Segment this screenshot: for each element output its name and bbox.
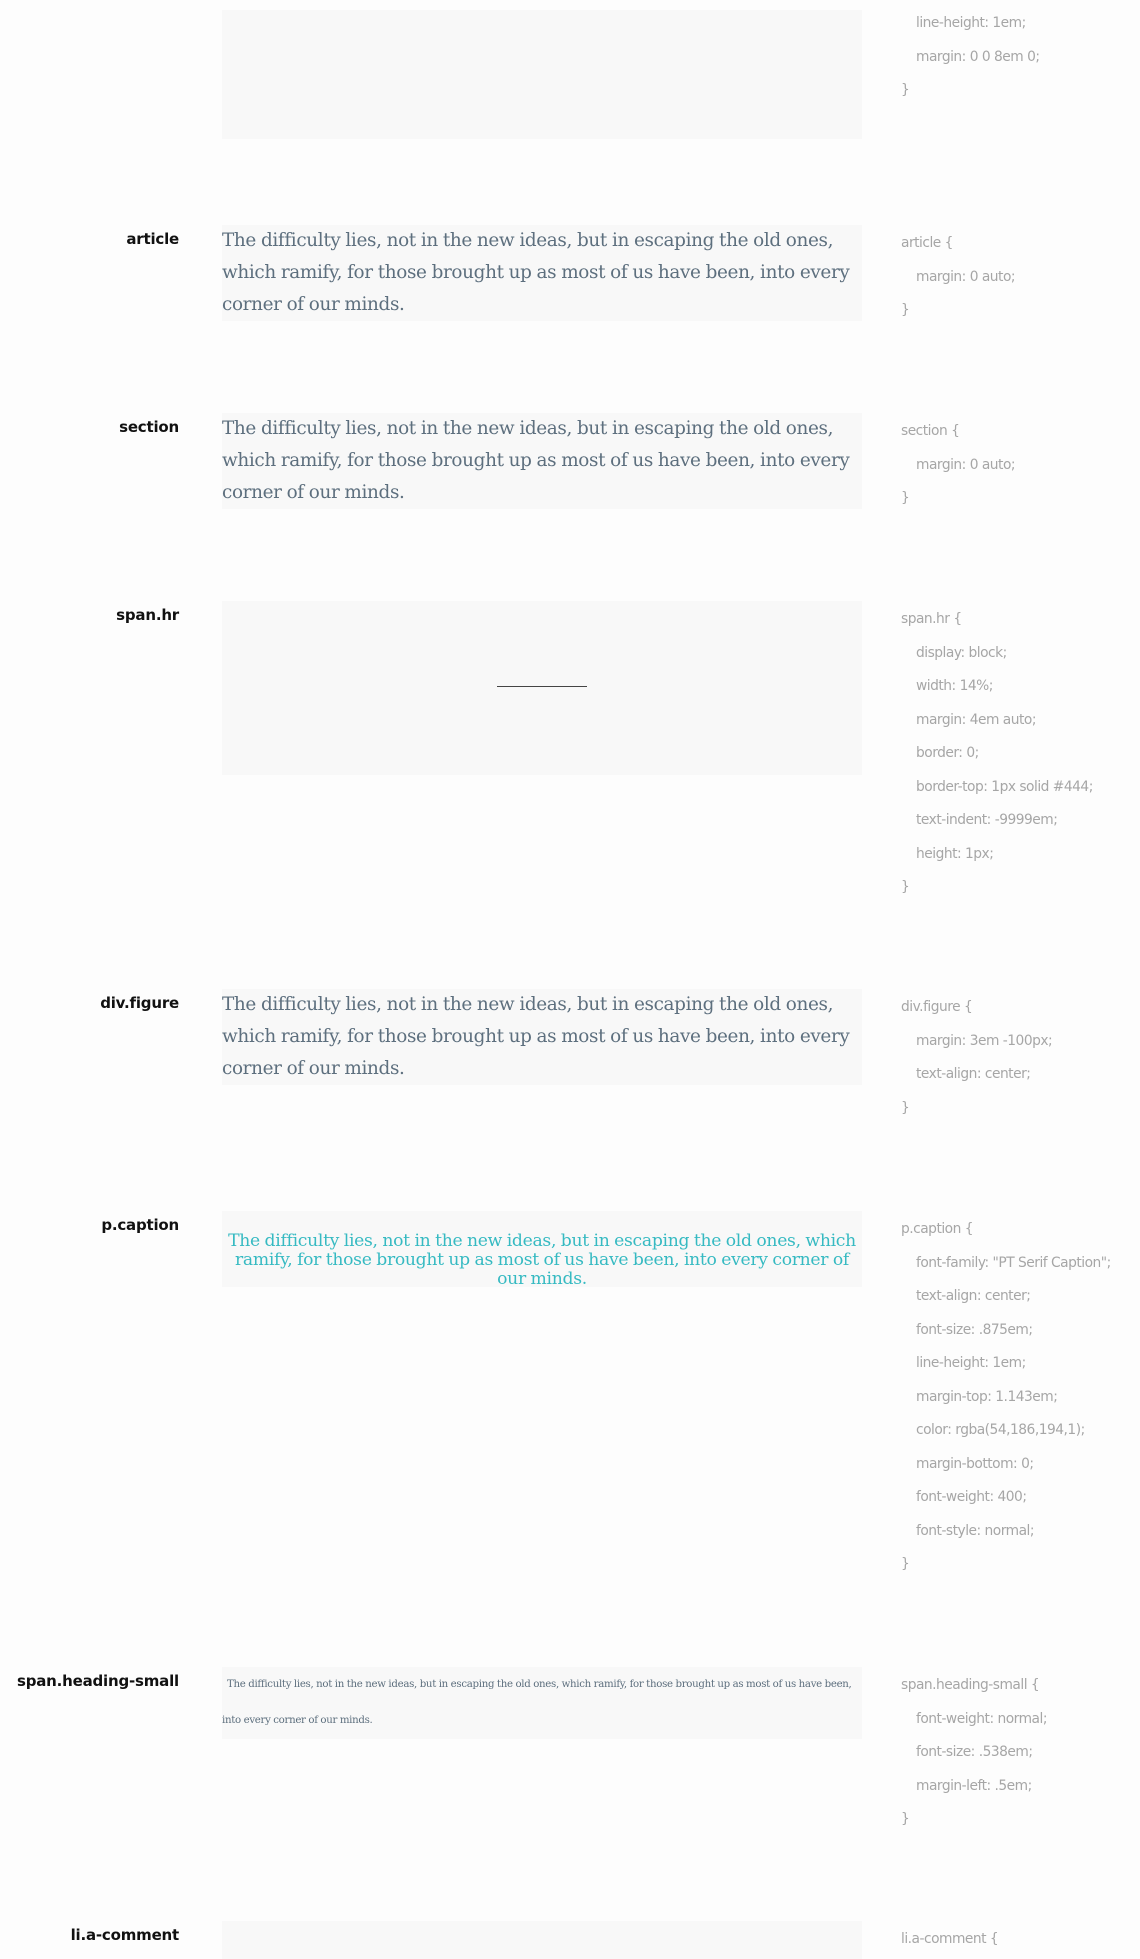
css-close-brace: } bbox=[901, 302, 910, 318]
selector-label-p-caption: p.caption bbox=[101, 1216, 179, 1234]
style-sample-span-hr bbox=[222, 601, 862, 775]
css-code-span-hr: span.hr { display: block; width: 14%; ma… bbox=[901, 603, 1140, 905]
css-rule: font-family: "PT Serif Caption"; bbox=[916, 1254, 1111, 1271]
css-selector-open: li.a-comment { bbox=[901, 1931, 999, 1947]
css-rule: border: 0; bbox=[916, 745, 979, 761]
horizontal-rule bbox=[497, 686, 587, 687]
css-rule: text-align: center; bbox=[916, 1066, 1031, 1082]
css-code-top: line-height: 1em; margin: 0 0 8em 0; } bbox=[901, 7, 1140, 108]
css-code-p-caption: p.caption { font-family: "PT Serif Capti… bbox=[901, 1213, 1140, 1582]
css-rule: margin: 3em -100px; bbox=[916, 1032, 1053, 1049]
css-selector-open: div.figure { bbox=[901, 999, 973, 1015]
css-close-brace: } bbox=[901, 879, 910, 895]
css-rule: line-height: 1em; bbox=[916, 1355, 1026, 1371]
css-code-div-figure: div.figure { margin: 3em -100px; text-al… bbox=[901, 991, 1140, 1125]
css-rule: width: 14%; bbox=[916, 678, 993, 694]
css-rule: text-align: center; bbox=[916, 1288, 1031, 1304]
css-selector-open: article { bbox=[901, 235, 953, 251]
style-sample-li-a-comment bbox=[222, 1921, 862, 1959]
css-code-article: article { margin: 0 auto; } bbox=[901, 227, 1140, 328]
selector-label-span-heading-small: span.heading-small bbox=[16, 1672, 179, 1690]
css-rule: line-height: 1em; bbox=[916, 15, 1026, 31]
style-sample-p-caption: The difficulty lies, not in the new idea… bbox=[222, 1211, 862, 1289]
css-rule: display: block; bbox=[916, 644, 1007, 661]
css-rule: margin-left: .5em; bbox=[916, 1777, 1032, 1794]
selector-label-section: section bbox=[119, 418, 179, 436]
css-rule: font-weight: normal; bbox=[916, 1710, 1047, 1727]
selector-label-li-a-comment: li.a-comment bbox=[70, 1926, 180, 1944]
css-rule: margin-bottom: 0; bbox=[916, 1455, 1034, 1472]
sample-paragraph: The difficulty lies, not in the new idea… bbox=[222, 230, 850, 315]
style-sample-span-heading-small: The difficulty lies, not in the new idea… bbox=[222, 1667, 862, 1739]
selector-label-div-figure: div.figure bbox=[100, 994, 179, 1012]
css-rule: margin-top: 1.143em; bbox=[916, 1388, 1058, 1405]
style-sample-div-figure: The difficulty lies, not in the new idea… bbox=[222, 989, 862, 1085]
css-rule: text-indent: -9999em; bbox=[916, 812, 1058, 828]
css-rule: height: 1px; bbox=[916, 845, 994, 862]
css-code-li-a-comment: li.a-comment { bbox=[901, 1923, 1140, 1957]
sample-small-text: The difficulty lies, not in the new idea… bbox=[222, 1679, 852, 1726]
selector-label-span-hr: span.hr bbox=[116, 606, 179, 624]
css-selector-open: span.hr { bbox=[901, 611, 962, 627]
css-code-section: section { margin: 0 auto; } bbox=[901, 415, 1140, 516]
css-close-brace: } bbox=[901, 1556, 910, 1572]
css-rule: font-style: normal; bbox=[916, 1522, 1035, 1539]
style-sample-section: The difficulty lies, not in the new idea… bbox=[222, 413, 862, 509]
style-sample-top bbox=[222, 10, 862, 139]
css-rule: margin: 0 auto; bbox=[916, 456, 1016, 473]
css-close-brace: } bbox=[901, 490, 910, 506]
selector-label-article: article bbox=[126, 230, 179, 248]
style-sample-article: The difficulty lies, not in the new idea… bbox=[222, 225, 862, 321]
sample-caption-paragraph: The difficulty lies, not in the new idea… bbox=[228, 1231, 856, 1289]
css-rule: margin: 0 auto; bbox=[916, 268, 1016, 285]
css-rule: margin: 0 0 8em 0; bbox=[916, 48, 1040, 65]
css-close-brace: } bbox=[901, 82, 910, 98]
css-close-brace: } bbox=[901, 1099, 910, 1116]
sample-paragraph: The difficulty lies, not in the new idea… bbox=[222, 418, 850, 503]
css-close-brace: } bbox=[901, 1811, 910, 1827]
css-rule: font-size: .538em; bbox=[916, 1744, 1033, 1760]
css-rule: font-weight: 400; bbox=[916, 1489, 1027, 1505]
css-selector-open: p.caption { bbox=[901, 1221, 974, 1237]
css-rule: font-size: .875em; bbox=[916, 1321, 1033, 1338]
sample-paragraph: The difficulty lies, not in the new idea… bbox=[222, 994, 850, 1079]
css-rule: margin: 4em auto; bbox=[916, 711, 1036, 728]
css-code-span-heading-small: span.heading-small { font-weight: normal… bbox=[901, 1669, 1140, 1837]
css-selector-open: span.heading-small { bbox=[901, 1677, 1040, 1693]
css-rule: color: rgba(54,186,194,1); bbox=[916, 1422, 1085, 1438]
sample-small-paragraph: The difficulty lies, not in the new idea… bbox=[222, 1667, 862, 1739]
css-rule: border-top: 1px solid #444; bbox=[916, 778, 1093, 795]
css-selector-open: section { bbox=[901, 423, 960, 439]
